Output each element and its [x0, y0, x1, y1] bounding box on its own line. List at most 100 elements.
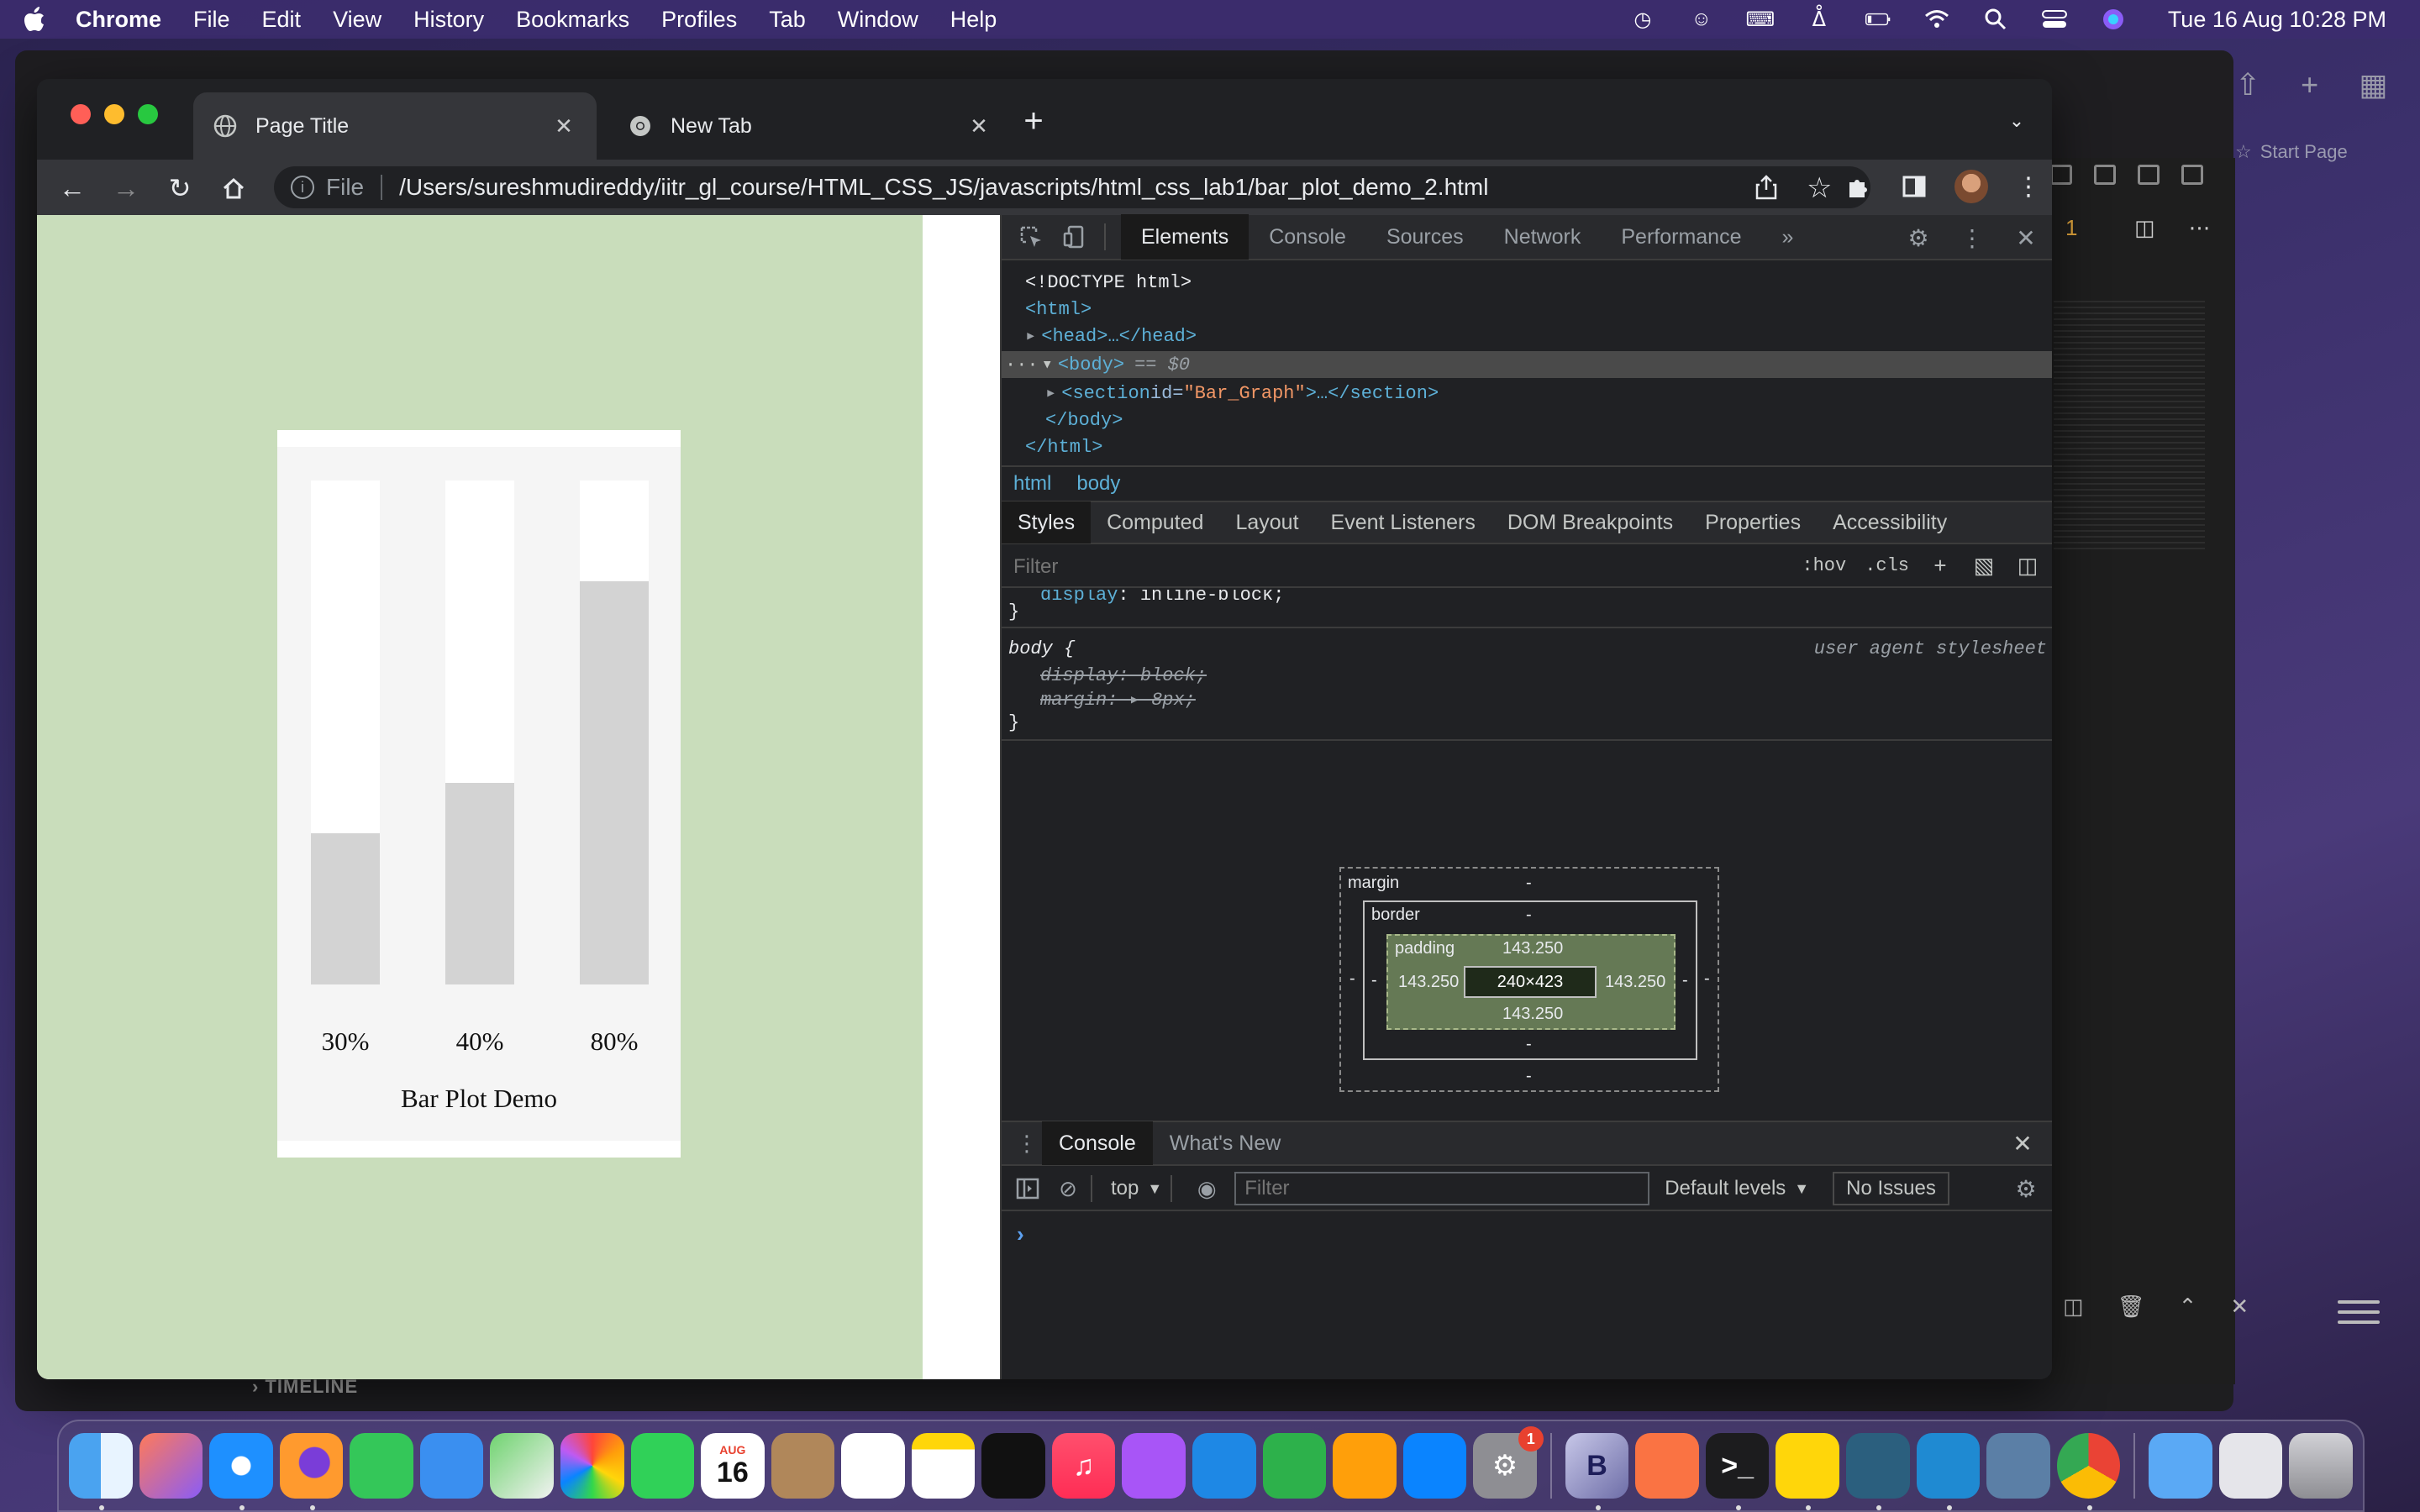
layout-custom-icon[interactable]	[2181, 165, 2203, 185]
forward-button[interactable]: →	[109, 171, 143, 205]
trash-icon[interactable]: 🗑	[2118, 1294, 2145, 1320]
dock-facetime[interactable]	[630, 1433, 695, 1499]
menubar-clock[interactable]: Tue 16 Aug 10:28 PM	[2168, 7, 2386, 33]
share-icon[interactable]: ⇧	[2235, 67, 2260, 102]
dock-numbers[interactable]	[1262, 1433, 1327, 1499]
log-levels-dropdown[interactable]: Default levels ▼	[1665, 1177, 1809, 1200]
expand-triangle-icon[interactable]: ▸	[1045, 382, 1056, 404]
dock-messages[interactable]	[350, 1433, 413, 1499]
settings-gear-icon[interactable]: ⚙	[1904, 223, 1933, 252]
box-model-margin[interactable]: margin - - - - border - - - - padding 14…	[1339, 867, 1719, 1092]
grid-icon[interactable]: ▦	[2359, 67, 2387, 102]
tab-console[interactable]: Console	[1249, 214, 1366, 260]
background-start-page-tab[interactable]: ☆ Start Page	[2235, 141, 2348, 163]
css-overridden-display[interactable]: display: block;	[1040, 665, 1207, 689]
dock-mail[interactable]	[419, 1433, 484, 1499]
dock-chrome[interactable]	[2056, 1433, 2121, 1510]
close-tab-icon[interactable]: ✕	[966, 113, 992, 139]
address-bar[interactable]: i File /Users/sureshmudireddy/iitr_gl_co…	[274, 166, 1870, 208]
console-sidebar-icon[interactable]	[1013, 1174, 1042, 1203]
margin-bottom-value[interactable]: -	[1526, 1067, 1532, 1086]
border-right-value[interactable]: -	[1682, 971, 1688, 990]
dock-app-store[interactable]	[1402, 1433, 1467, 1499]
dom-node-html[interactable]: <html>	[1025, 296, 1092, 323]
control-center-icon[interactable]	[2041, 8, 2067, 31]
close-tab-icon[interactable]: ✕	[551, 113, 576, 139]
settings-sliders-icon[interactable]	[2338, 1294, 2380, 1336]
border-top-value[interactable]: -	[1526, 906, 1532, 925]
extensions-puzzle-icon[interactable]	[1844, 170, 1874, 203]
inspect-element-icon[interactable]	[1017, 223, 1045, 251]
console-prompt[interactable]: ›	[1017, 1221, 1024, 1247]
time-machine-icon[interactable]: ◷	[1630, 8, 1655, 31]
dock-tv[interactable]	[981, 1433, 1045, 1499]
side-panel-icon[interactable]	[1899, 170, 1929, 203]
layout-panel-icon[interactable]	[2094, 165, 2116, 185]
chevron-down-icon[interactable]: ⌄	[2005, 109, 2028, 133]
tab-page-title[interactable]: Page Title ✕	[193, 92, 597, 160]
battery-icon[interactable]	[1865, 8, 1891, 31]
context-selector[interactable]: top ▼	[1111, 1177, 1162, 1200]
home-button[interactable]	[217, 171, 250, 205]
new-rule-plus-icon[interactable]: +	[1928, 553, 1953, 578]
border-left-value[interactable]: -	[1371, 971, 1377, 990]
dock-documents-stack[interactable]	[2218, 1433, 2283, 1499]
dom-node-head[interactable]: ▸ <head>…</head>	[1025, 323, 1197, 349]
input-source-icon[interactable]: ⌨	[1746, 8, 1776, 31]
menu-history[interactable]: History	[413, 7, 484, 33]
dom-node-html-close[interactable]: </html>	[1025, 433, 1102, 460]
box-model-padding[interactable]: padding 143.250 143.250 143.250 143.250 …	[1386, 934, 1676, 1030]
dock-swift[interactable]	[1635, 1433, 1699, 1499]
dock-safari[interactable]	[209, 1433, 273, 1510]
margin-top-value[interactable]: -	[1526, 874, 1532, 893]
cls-toggle[interactable]: .cls	[1865, 555, 1909, 576]
back-button[interactable]: ←	[55, 171, 89, 205]
menu-profiles[interactable]: Profiles	[661, 7, 737, 33]
dock-trash[interactable]	[2289, 1433, 2353, 1499]
dock-preview[interactable]	[1986, 1433, 2050, 1499]
new-tab-button[interactable]: +	[1017, 102, 1050, 139]
dom-node-body-close[interactable]: </body>	[1045, 407, 1123, 433]
css-prev-declaration[interactable]: display: inline-block;	[1040, 590, 1284, 608]
dock-launchpad[interactable]	[139, 1433, 203, 1499]
dock-music[interactable]: ♫	[1051, 1433, 1116, 1499]
padding-top-value[interactable]: 143.250	[1502, 939, 1563, 958]
dock-maps[interactable]	[490, 1433, 554, 1499]
dock-pages[interactable]	[1333, 1433, 1397, 1499]
spotlight-search-icon[interactable]	[1983, 8, 2008, 31]
menu-app-chrome[interactable]: Chrome	[76, 7, 161, 33]
expand-triangle-icon[interactable]: ▸	[1025, 325, 1036, 347]
zoom-window-button[interactable]	[138, 104, 158, 124]
console-filter-input[interactable]	[1234, 1172, 1650, 1205]
split-editor-icon[interactable]: ◫	[2134, 215, 2155, 241]
tab-event-listeners[interactable]: Event Listeners	[1315, 501, 1491, 543]
styles-filter-input[interactable]	[1013, 553, 1938, 581]
dock-terminal[interactable]: >_	[1705, 1433, 1770, 1510]
dock-mysql-workbench[interactable]	[1846, 1433, 1910, 1510]
margin-right-value[interactable]: -	[1704, 969, 1710, 989]
menu-tab[interactable]: Tab	[769, 7, 806, 33]
tab-network[interactable]: Network	[1484, 214, 1602, 260]
menu-bookmarks[interactable]: Bookmarks	[516, 7, 629, 33]
issues-button[interactable]: No Issues	[1833, 1172, 1949, 1205]
close-devtools-icon[interactable]: ✕	[2012, 223, 2040, 252]
menu-window[interactable]: Window	[838, 7, 918, 33]
collapse-triangle-icon[interactable]: ▾	[1042, 354, 1053, 375]
dock-keynote[interactable]	[1192, 1433, 1256, 1499]
menu-file[interactable]: File	[193, 7, 230, 33]
bluetooth-icon[interactable]: ᐂ	[1807, 8, 1832, 31]
kebab-menu-icon[interactable]: ⋮	[2013, 170, 2044, 203]
padding-right-value[interactable]: 143.250	[1605, 973, 1665, 992]
box-model-border[interactable]: border - - - - padding 143.250 143.250 1…	[1363, 900, 1697, 1060]
tab-layout[interactable]: Layout	[1219, 501, 1314, 543]
tab-accessibility[interactable]: Accessibility	[1817, 501, 1963, 543]
menu-edit[interactable]: Edit	[262, 7, 302, 33]
close-window-button[interactable]	[71, 104, 91, 124]
toggle-sidebar-icon[interactable]: ◫	[2015, 553, 2040, 578]
more-tabs-icon[interactable]: »	[1761, 214, 1813, 260]
reload-button[interactable]: ↻	[163, 171, 197, 205]
tab-styles[interactable]: Styles	[1002, 501, 1092, 543]
tab-dom-breakpoints[interactable]: DOM Breakpoints	[1491, 501, 1689, 543]
dom-node-doctype[interactable]: <!DOCTYPE html>	[1025, 269, 1192, 296]
close-drawer-icon[interactable]: ✕	[2008, 1129, 2037, 1158]
